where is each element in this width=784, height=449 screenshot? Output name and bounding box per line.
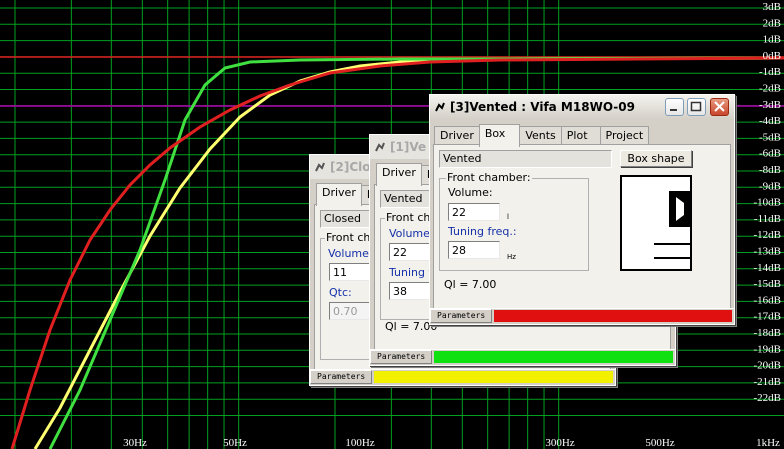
box-type-field: Vented bbox=[439, 150, 612, 168]
tab-driver[interactable]: Driver bbox=[376, 163, 422, 186]
y-tick-label: -14dB bbox=[754, 262, 782, 274]
y-tick-label: -11dB bbox=[754, 213, 781, 225]
x-axis-labels: 30Hz 50Hz 100Hz 300Hz 500Hz 1kHz bbox=[123, 437, 780, 449]
box-shape-preview bbox=[620, 175, 692, 271]
curve-color-bar bbox=[434, 351, 673, 363]
parameters-button[interactable]: Parameters bbox=[310, 370, 373, 384]
tab-project[interactable]: Project bbox=[599, 126, 650, 146]
volume-label: Volume: bbox=[448, 186, 493, 199]
tab-plot[interactable]: Plot bbox=[560, 126, 601, 146]
y-tick-label: -8dB bbox=[759, 164, 781, 176]
y-tick-label: -3dB bbox=[759, 99, 781, 111]
parameters-button[interactable]: Parameters bbox=[430, 309, 493, 323]
curve-color-bar bbox=[374, 371, 613, 383]
y-tick-label: -20dB bbox=[754, 360, 782, 372]
parameters-button[interactable]: Parameters bbox=[370, 350, 433, 364]
tuning-freq-unit: Hz bbox=[507, 253, 516, 261]
ql-text: Ql = 7.00 bbox=[444, 278, 497, 291]
app-icon bbox=[375, 142, 385, 152]
window-3-titlebar[interactable]: [3]Vented : Vifa M18WO-09 bbox=[430, 95, 734, 119]
minimize-icon bbox=[670, 109, 677, 111]
x-tick-label: 500Hz bbox=[645, 437, 674, 449]
x-tick-label: 300Hz bbox=[545, 437, 574, 449]
y-tick-label: 2dB bbox=[763, 17, 781, 29]
y-tick-label: -18dB bbox=[754, 327, 782, 339]
volume-label: Volume: bbox=[328, 247, 373, 260]
front-chamber-label: Front ch bbox=[385, 211, 432, 224]
front-chamber-label: Front ch bbox=[325, 231, 372, 244]
window-1-title: [1]Ve bbox=[390, 140, 427, 154]
close-icon bbox=[714, 101, 725, 112]
curve-color-bar bbox=[494, 310, 732, 322]
y-tick-label: -6dB bbox=[759, 148, 781, 160]
tuning-freq-label: Tuning freq.: bbox=[448, 225, 517, 238]
y-tick-label: 1dB bbox=[763, 34, 781, 46]
y-tick-label: -16dB bbox=[754, 294, 782, 306]
close-button[interactable] bbox=[710, 98, 729, 116]
y-tick-label: -13dB bbox=[754, 246, 782, 258]
app-icon bbox=[315, 162, 325, 172]
y-tick-label: -4dB bbox=[759, 115, 781, 127]
tab-vents[interactable]: Vents bbox=[519, 126, 562, 146]
y-tick-label: -12dB bbox=[754, 229, 782, 241]
window-vented-3[interactable]: [3]Vented : Vifa M18WO-09 Driver Box Ven… bbox=[429, 94, 735, 325]
tab-driver[interactable]: Driver bbox=[434, 126, 480, 146]
y-tick-label: 3dB bbox=[763, 1, 781, 13]
x-tick-label: 1kHz bbox=[756, 437, 780, 449]
qtc-label: Qtc: bbox=[329, 286, 352, 299]
window-2-title: [2]Clo bbox=[330, 160, 371, 174]
volume-unit: l bbox=[507, 213, 509, 221]
x-tick-label: 100Hz bbox=[345, 437, 374, 449]
box-shape-button[interactable]: Box shape bbox=[620, 150, 692, 167]
y-tick-label: -9dB bbox=[759, 180, 781, 192]
maximize-icon bbox=[690, 101, 702, 112]
y-tick-label: -1dB bbox=[759, 66, 781, 78]
tuning-freq-input[interactable]: 28 bbox=[448, 241, 500, 259]
y-tick-label: -17dB bbox=[754, 311, 782, 323]
x-tick-label: 50Hz bbox=[223, 437, 247, 449]
y-tick-label: -22dB bbox=[754, 392, 782, 404]
maximize-button[interactable] bbox=[687, 98, 706, 116]
y-tick-label: -10dB bbox=[754, 197, 782, 209]
tab-box[interactable]: Box bbox=[478, 124, 521, 147]
window-3-panel: Vented Box shape Front chamber: Volume: … bbox=[433, 144, 731, 309]
volume-label: Volume: bbox=[389, 227, 434, 240]
y-tick-label: -21dB bbox=[754, 376, 782, 388]
y-tick-label: -2dB bbox=[759, 83, 781, 95]
tab-driver[interactable]: Driver bbox=[316, 183, 362, 206]
y-tick-label: -5dB bbox=[759, 131, 781, 143]
volume-input[interactable]: 22 bbox=[448, 203, 500, 221]
window-3-title: [3]Vented : Vifa M18WO-09 bbox=[450, 100, 635, 114]
x-tick-label: 30Hz bbox=[123, 437, 147, 449]
y-tick-label: -15dB bbox=[754, 278, 782, 290]
y-axis-labels: 3dB 2dB 1dB 0dB -1dB -2dB -3dB -4dB -5dB -6dB -8dB… bbox=[754, 1, 782, 404]
front-chamber-label: Front chamber: bbox=[446, 171, 532, 184]
minimize-button[interactable] bbox=[665, 98, 684, 116]
speaker-box-drawing bbox=[654, 191, 691, 259]
y-tick-label: 0dB bbox=[763, 50, 781, 62]
y-tick-label: -19dB bbox=[754, 343, 782, 355]
app-icon bbox=[435, 102, 445, 112]
